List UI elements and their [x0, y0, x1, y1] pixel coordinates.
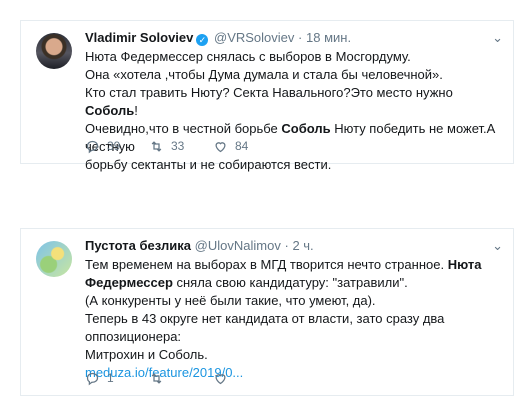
tweet-content: Пустота безлика @UlovNalimov · 2 ч. Тем …: [85, 237, 501, 382]
text-span: сняла свою кандидатуру: "затравили".: [172, 275, 408, 290]
tweet-line: Теперь в 43 округе нет кандидата от влас…: [85, 311, 445, 344]
verified-icon: ✓: [196, 34, 209, 46]
tweet-text: Нюта Федермессер снялась с выборов в Мос…: [85, 48, 501, 174]
bold-text: Федермессер: [85, 275, 173, 290]
timestamp[interactable]: 18 мин.: [306, 30, 351, 45]
text-span: Тем временем на выборах в МГД творится н…: [85, 257, 448, 272]
tweet-header: Vladimir Soloviev ✓ @VRSoloviev · 18 мин.: [85, 29, 501, 47]
action-bar: 39 33 84: [85, 139, 277, 154]
tweet-line: Митрохин и Соболь.: [85, 347, 208, 362]
bold-text: Соболь: [281, 121, 331, 136]
tweet-line: (А конкуренты у неё были такие, что умею…: [85, 293, 376, 308]
text-span: !: [134, 103, 138, 118]
bold-text: Нюта: [447, 257, 482, 272]
chevron-down-icon[interactable]: ⌄: [492, 31, 503, 44]
like-button[interactable]: [213, 371, 277, 386]
reply-count: 1: [107, 371, 114, 385]
author-handle[interactable]: @VRSoloviev: [214, 30, 294, 45]
reply-button[interactable]: 39: [85, 139, 149, 154]
retweet-button[interactable]: [149, 371, 213, 386]
tweet-text: Тем временем на выборах в МГД творится н…: [85, 256, 501, 382]
author-handle[interactable]: @UlovNalimov: [195, 238, 281, 253]
retweet-button[interactable]: 33: [149, 139, 213, 154]
author-name[interactable]: Vladimir Soloviev: [85, 30, 193, 45]
tweet-card[interactable]: Vladimir Soloviev ✓ @VRSoloviev · 18 мин.…: [20, 20, 514, 172]
separator: ·: [284, 238, 289, 253]
tweet-line: борьбу сектанты и не собираются вести.: [85, 157, 332, 172]
text-span: Очевидно,что в честной борьбе: [85, 121, 282, 136]
tweet-line: Тем временем на выборах в МГД творится н…: [85, 256, 501, 274]
reply-count: 39: [107, 139, 121, 153]
author-name[interactable]: Пустота безлика: [85, 238, 191, 253]
avatar[interactable]: [36, 241, 72, 277]
separator: ·: [298, 30, 303, 45]
heart-icon: [215, 374, 226, 385]
tweet-card[interactable]: Пустота безлика @UlovNalimov · 2 ч. Тем …: [20, 228, 514, 396]
tweet-line: Кто стал травить Нюту? Секта Навального?…: [85, 84, 501, 120]
like-count: 84: [235, 139, 249, 153]
bold-text: Соболь: [85, 103, 135, 118]
text-span: Кто стал травить Нюту? Секта Навального?…: [85, 85, 453, 100]
tweet-line: Она «хотела ,чтобы Дума думала и стала б…: [85, 67, 443, 82]
retweet-count: 33: [171, 139, 185, 153]
avatar[interactable]: [36, 33, 72, 69]
tweet-line: Нюта Федермессер снялась с выборов в Мос…: [85, 49, 411, 64]
timestamp[interactable]: 2 ч.: [292, 238, 313, 253]
reply-icon: [86, 372, 99, 386]
tweet-line: Федермессер сняла свою кандидатуру: "зат…: [85, 274, 501, 292]
action-bar: 1: [85, 371, 277, 386]
retweet-icon: [151, 373, 162, 384]
reply-icon: [86, 140, 99, 154]
like-button[interactable]: 84: [213, 139, 277, 154]
tweet-header: Пустота безлика @UlovNalimov · 2 ч.: [85, 237, 501, 255]
chevron-down-icon[interactable]: ⌄: [492, 239, 503, 252]
reply-button[interactable]: 1: [85, 371, 149, 386]
heart-icon: [215, 142, 226, 153]
retweet-icon: [151, 141, 162, 152]
